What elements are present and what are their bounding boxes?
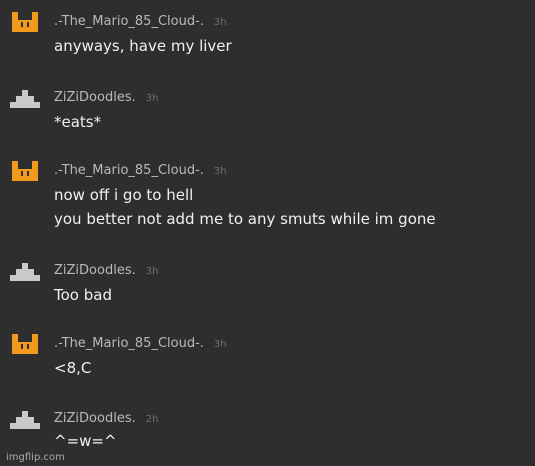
gray-pyramid-icon[interactable]	[10, 259, 40, 283]
timestamp: 3h	[213, 339, 227, 350]
gray-pyramid-icon[interactable]	[10, 407, 40, 431]
username[interactable]: ZiZiDoodles.	[54, 90, 136, 105]
message-text: <8,C	[54, 359, 92, 377]
orange-castle-icon[interactable]	[10, 332, 40, 356]
timestamp: 3h	[145, 266, 159, 277]
message-header: .-The_Mario_85_Cloud-. 3h	[54, 332, 227, 352]
message-text: you better not add me to any smuts while…	[54, 210, 436, 228]
timestamp: 2h	[145, 414, 159, 425]
message-header: ZiZiDoodles. 2h	[54, 407, 158, 427]
username[interactable]: .-The_Mario_85_Cloud-.	[54, 336, 204, 351]
username[interactable]: .-The_Mario_85_Cloud-.	[54, 14, 204, 29]
username[interactable]: ZiZiDoodles.	[54, 411, 136, 426]
username[interactable]: ZiZiDoodles.	[54, 263, 136, 278]
timestamp: 3h	[213, 166, 227, 177]
username[interactable]: .-The_Mario_85_Cloud-.	[54, 163, 204, 178]
orange-castle-icon[interactable]	[10, 10, 40, 34]
message-text: *eats*	[54, 113, 102, 131]
watermark: imgflip.com	[6, 452, 65, 463]
gray-pyramid-icon[interactable]	[10, 86, 40, 110]
message-header: .-The_Mario_85_Cloud-. 3h	[54, 159, 227, 179]
timestamp: 3h	[213, 17, 227, 28]
orange-castle-icon[interactable]	[10, 159, 40, 183]
message-text: ^=w=^	[54, 432, 117, 450]
message-text: Too bad	[54, 286, 112, 304]
message-header: ZiZiDoodles. 3h	[54, 86, 158, 106]
message-text: now off i go to hell	[54, 186, 194, 204]
message-header: .-The_Mario_85_Cloud-. 3h	[54, 10, 227, 30]
message-text: anyways, have my liver	[54, 37, 232, 55]
message-header: ZiZiDoodles. 3h	[54, 259, 158, 279]
timestamp: 3h	[145, 93, 159, 104]
